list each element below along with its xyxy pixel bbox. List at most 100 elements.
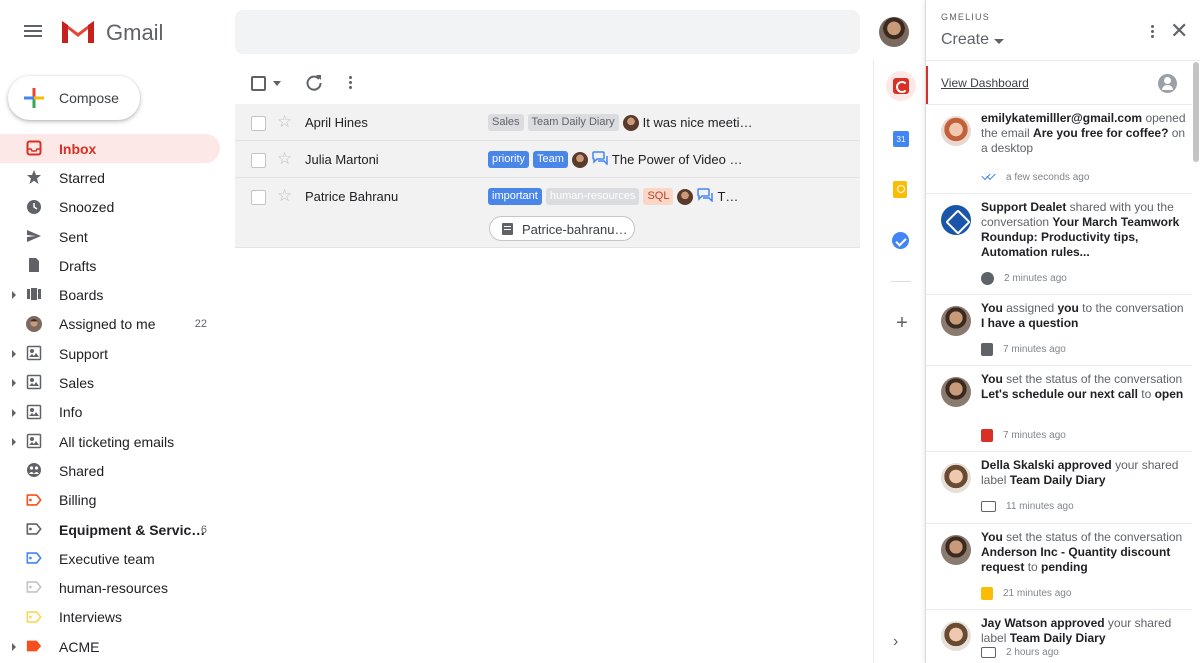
shared-inbox-icon [26, 433, 42, 449]
create-caret-icon[interactable] [994, 39, 1004, 44]
nav-item-boards[interactable]: Boards [0, 280, 220, 309]
keep-icon[interactable] [893, 181, 907, 198]
panel-divider [926, 60, 1200, 61]
nav-count: 22 [194, 318, 207, 331]
expand-caret-icon[interactable] [12, 408, 16, 417]
label-icon [981, 647, 996, 658]
main-menu-icon[interactable] [20, 22, 46, 42]
row-checkbox[interactable] [251, 116, 266, 131]
nav-item-human-resources[interactable]: human-resources [0, 573, 220, 602]
nav-item-billing[interactable]: Billing [0, 486, 220, 515]
app-name: Gmail [106, 20, 164, 45]
nav-count: 6 [200, 523, 207, 536]
panel-brand: GMELIUS [941, 12, 990, 22]
nav-item-info[interactable]: Info [0, 398, 220, 427]
activity-meta: 2 hours ago [981, 647, 1059, 658]
inbox-icon [26, 140, 42, 156]
label-chip[interactable]: SQL [643, 188, 674, 205]
star-icon[interactable]: ☆ [277, 186, 292, 206]
label-chip[interactable]: human-resources [545, 188, 640, 205]
panel-more-icon[interactable] [1148, 23, 1156, 41]
nav-item-sales[interactable]: Sales [0, 368, 220, 397]
label-chip[interactable]: priority [488, 151, 530, 168]
expand-caret-icon[interactable] [12, 643, 16, 652]
gmail-logo[interactable] [60, 17, 96, 45]
activity-meta: 11 minutes ago [981, 501, 1074, 512]
expand-caret-icon[interactable] [12, 379, 16, 388]
activity-avatar [941, 205, 971, 235]
nav-item-equipment-servic[interactable]: Equipment & Servic… 6 [0, 515, 220, 544]
expand-panel-chevron-icon[interactable]: › [893, 633, 913, 653]
gmelius-addon-icon[interactable] [886, 71, 916, 101]
activity-item[interactable]: Support Dealet shared with you the conve… [926, 193, 1192, 294]
compose-button[interactable]: Compose [8, 76, 140, 120]
email-snippet: It was nice meeti… [642, 115, 753, 130]
nav-item-shared[interactable]: Shared [0, 456, 220, 485]
nav-item-drafts[interactable]: Drafts [0, 251, 220, 280]
nav-label: Starred [59, 169, 105, 186]
label-chip[interactable]: important [488, 188, 542, 205]
calendar-icon[interactable]: 31 [893, 131, 909, 147]
nav-label: Shared [59, 462, 105, 479]
activity-item[interactable]: You set the status of the conversation L… [926, 365, 1192, 451]
shared-icon [981, 272, 994, 285]
expand-caret-icon[interactable] [12, 437, 16, 446]
rail-separator [891, 281, 911, 282]
draft-icon [26, 257, 42, 273]
nav-item-executive-team[interactable]: Executive team [0, 544, 220, 573]
gmelius-panel: GMELIUS Create ✕ View Dashboard emilykat… [925, 0, 1200, 663]
activity-item[interactable]: emilykatemilller@gmail.com opened the em… [926, 104, 1192, 193]
email-row[interactable]: ☆ Patrice Bahranu important human-resources… [235, 178, 860, 248]
nav-item-support[interactable]: Support [0, 339, 220, 368]
email-tags: priority Team The Power of Video … [488, 151, 742, 168]
add-addon-icon[interactable]: + [892, 313, 912, 333]
nav-item-snoozed[interactable]: Snoozed [0, 193, 220, 222]
nav-item-sent[interactable]: Sent [0, 222, 220, 251]
select-menu-caret-icon[interactable] [273, 81, 281, 86]
active-indicator [926, 66, 928, 104]
nav-item-interviews[interactable]: Interviews [0, 603, 220, 632]
email-row[interactable]: ☆ April Hines Sales Team Daily Diary It was … [235, 104, 860, 141]
select-all-checkbox[interactable] [251, 76, 266, 91]
activity-item[interactable]: You set the status of the conversation A… [926, 523, 1192, 609]
label-icon [26, 521, 42, 537]
email-tags: Sales Team Daily Diary It was nice meeti… [488, 114, 753, 131]
email-row[interactable]: ☆ Julia Martoni priority Team The Power of V… [235, 141, 860, 178]
label-chip[interactable]: Team Daily Diary [527, 114, 619, 131]
nav-item-acme[interactable]: ACME [0, 632, 220, 661]
account-avatar[interactable] [879, 17, 909, 47]
more-options-icon[interactable] [346, 74, 354, 92]
refresh-icon[interactable] [305, 74, 323, 92]
activity-item[interactable]: Della Skalski approved your shared label… [926, 451, 1192, 523]
panel-scrollbar[interactable] [1193, 62, 1199, 162]
row-checkbox[interactable] [251, 153, 266, 168]
assign-icon [981, 343, 993, 356]
nav-item-inbox[interactable]: Inbox [0, 134, 220, 164]
activity-item[interactable]: Jay Watson approved your shared label Te… [926, 609, 1192, 663]
label-chip[interactable]: Team [533, 151, 568, 168]
nav-item-all-ticketing-emails[interactable]: All ticketing emails [0, 427, 220, 456]
label-chip[interactable]: Sales [488, 114, 524, 131]
nav-label: ACME [59, 638, 100, 655]
nav-label: Executive team [59, 550, 155, 567]
view-dashboard-link[interactable]: View Dashboard [941, 76, 1029, 90]
create-menu-button[interactable]: Create [941, 31, 989, 49]
star-icon[interactable]: ☆ [277, 112, 292, 132]
tasks-icon[interactable] [892, 232, 909, 249]
activity-item[interactable]: You assigned you to the conversation I h… [926, 294, 1192, 365]
nav-item-starred[interactable]: Starred [0, 163, 220, 192]
activity-text: Support Dealet shared with you the conve… [981, 200, 1180, 259]
assignee-avatar [622, 114, 639, 131]
search-bar[interactable] [235, 10, 860, 54]
activity-meta: 7 minutes ago [981, 343, 1066, 356]
row-checkbox[interactable] [251, 190, 266, 205]
expand-caret-icon[interactable] [12, 350, 16, 359]
user-icon[interactable] [1158, 74, 1177, 93]
close-icon[interactable]: ✕ [1170, 20, 1188, 42]
nav-item-assigned-to-me[interactable]: Assigned to me 22 [0, 310, 220, 339]
star-icon[interactable]: ☆ [277, 149, 292, 169]
expand-caret-icon[interactable] [12, 291, 16, 300]
activity-time: 7 minutes ago [1003, 430, 1066, 441]
shared-inbox-icon [26, 345, 42, 361]
attachment-chip[interactable]: Patrice-bahranu… [489, 216, 635, 241]
